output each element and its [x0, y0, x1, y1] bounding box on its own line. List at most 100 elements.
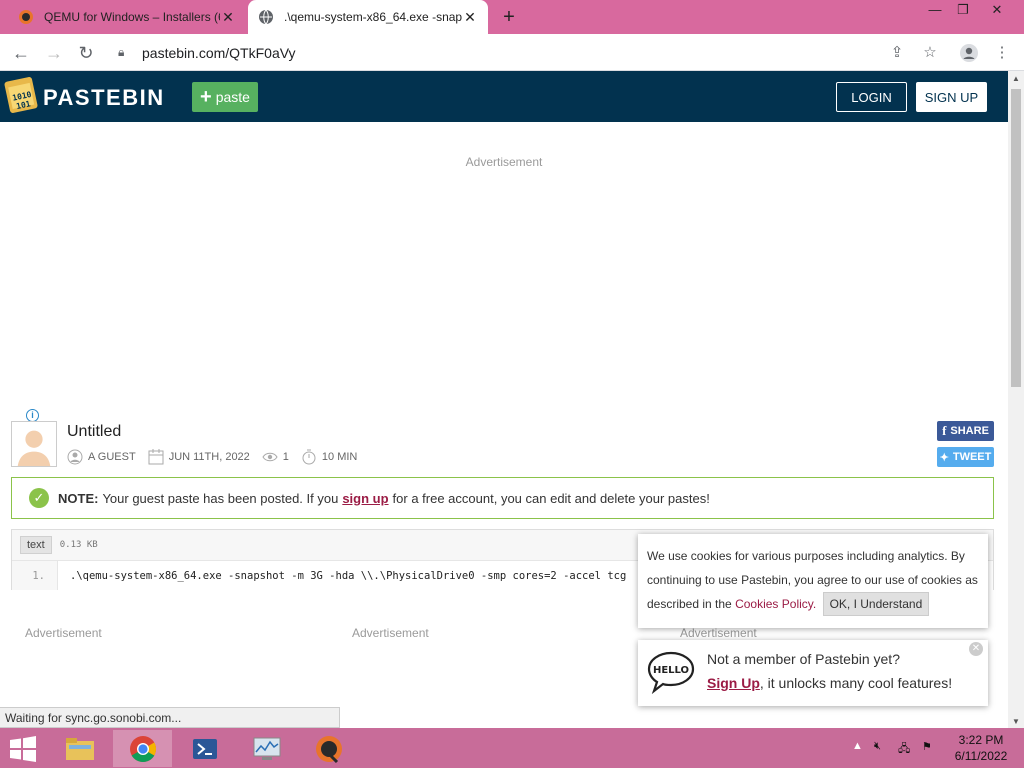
profile-icon[interactable]: [960, 44, 978, 62]
plus-icon: +: [200, 86, 212, 108]
chrome-icon: [129, 735, 156, 762]
share-page-icon[interactable]: ⇪: [888, 44, 906, 62]
qemu-favicon-icon: [19, 10, 33, 24]
share-label: SHARE: [950, 425, 989, 437]
taskbar-powershell[interactable]: [175, 730, 234, 767]
close-tab-icon[interactable]: ✕: [462, 9, 478, 26]
qemu-icon: [315, 735, 342, 763]
minimize-icon[interactable]: —: [920, 2, 950, 20]
author-meta: A GUEST: [67, 449, 136, 465]
page-viewport: 1010 101 PASTEBIN + paste LOGIN SIGN UP …: [0, 71, 1008, 728]
tab-title: .\qemu-system-x86_64.exe -snap: [284, 10, 462, 24]
paste-title: Untitled: [67, 423, 122, 440]
globe-icon: [259, 9, 273, 25]
close-window-icon[interactable]: ✕: [982, 2, 1012, 20]
windows-taskbar: ▲ 🔇︎ 🖧︎ ⚑ 3:22 PM 6/11/2022: [0, 728, 1024, 768]
tab-qemu-installers[interactable]: QEMU for Windows – Installers (6 ✕: [8, 0, 246, 34]
pastebin-brand[interactable]: PASTEBIN: [43, 85, 165, 111]
tray-overflow-icon[interactable]: ▲: [852, 740, 863, 752]
expiry-meta: 10 MIN: [301, 449, 357, 465]
tweet-label: TWEET: [952, 451, 992, 463]
promo-signup-link[interactable]: Sign Up: [707, 675, 760, 691]
forward-arrow-icon[interactable]: →: [43, 42, 65, 64]
advertisement-label-top: Advertisement: [465, 155, 543, 169]
views-text: 1: [282, 451, 289, 463]
restore-icon[interactable]: ❐: [948, 2, 978, 20]
views-meta: 1: [262, 449, 289, 465]
syntax-tag[interactable]: text: [20, 536, 52, 554]
lock-icon: 🔒︎: [118, 45, 125, 59]
advertisement-label-right: Advertisement: [680, 626, 757, 640]
taskbar-clock[interactable]: 3:22 PM 6/11/2022: [946, 732, 1016, 764]
new-paste-button[interactable]: + paste: [192, 82, 258, 112]
pastebin-header: 1010 101 PASTEBIN + paste LOGIN SIGN UP: [0, 71, 1008, 122]
code-text[interactable]: .\qemu-system-x86_64.exe -snapshot -m 3G…: [70, 570, 626, 582]
promo-line1: Not a member of Pastebin yet?: [707, 651, 900, 667]
guest-avatar: [11, 421, 57, 467]
twitter-tweet-button[interactable]: ✦ TWEET: [937, 447, 994, 467]
cookie-ok-button[interactable]: OK, I Understand: [822, 592, 930, 616]
browser-tab-bar: QEMU for Windows – Installers (6 ✕ .\qem…: [0, 0, 1024, 34]
tab-title: QEMU for Windows – Installers (6: [44, 10, 220, 24]
url-text[interactable]: pastebin.com/QTkF0aVy: [142, 45, 296, 61]
date-meta: JUN 11TH, 2022: [148, 449, 250, 465]
tab-pastebin[interactable]: .\qemu-system-x86_64.exe -snap ✕: [248, 0, 488, 34]
monitor-chart-icon: [253, 737, 280, 760]
promo-line2: Sign Up, it unlocks many cool features!: [707, 675, 952, 691]
expiry-text: 10 MIN: [321, 451, 358, 463]
login-button[interactable]: LOGIN: [836, 82, 907, 112]
taskbar-performance-monitor[interactable]: [237, 730, 296, 767]
signup-promo-popup: HELLO Not a member of Pastebin yet? Sign…: [638, 640, 988, 706]
address-toolbar: ← → ↻ 🔒︎ pastebin.com/QTkF0aVy ⇪ ☆ ⋮: [0, 34, 1024, 71]
eye-icon: [262, 452, 278, 462]
volume-muted-icon[interactable]: 🔇︎: [874, 740, 881, 753]
date-text: JUN 11TH, 2022: [168, 451, 250, 463]
windows-start-icon[interactable]: [8, 736, 38, 762]
cookies-policy-link[interactable]: Cookies Policy.: [735, 597, 816, 611]
network-icon[interactable]: 🖧︎: [898, 740, 910, 759]
notice-text-after: for a free account, you can edit and del…: [392, 490, 710, 506]
omnibox[interactable]: 🔒︎ pastebin.com/QTkF0aVy: [108, 38, 948, 67]
browser-menu-icon[interactable]: ⋮: [993, 44, 1011, 62]
powershell-icon: [192, 738, 217, 759]
notice-signup-link[interactable]: sign up: [342, 491, 388, 506]
action-center-icon[interactable]: ⚑: [922, 740, 932, 753]
paste-size: 0.13 KB: [59, 540, 98, 550]
page-scrollbar[interactable]: ▲ ▼: [1008, 71, 1024, 728]
new-paste-label: paste: [215, 89, 250, 105]
hello-bubble-icon: HELLO: [647, 651, 695, 694]
clock-date: 6/11/2022: [954, 749, 1008, 763]
promo-line2-rest: , it unlocks many cool features!: [759, 675, 953, 691]
calendar-icon: [148, 449, 164, 465]
advertisement-label-left: Advertisement: [25, 626, 102, 640]
new-tab-button[interactable]: +: [498, 6, 520, 29]
hello-bubble-text: HELLO: [653, 665, 689, 676]
bookmark-star-icon[interactable]: ☆: [921, 44, 939, 62]
pastebin-logo-icon[interactable]: 1010 101: [4, 77, 38, 115]
browser-status-bubble: Waiting for sync.go.sonobi.com...: [0, 707, 340, 728]
taskbar-qemu[interactable]: [299, 730, 358, 767]
clock-time: 3:22 PM: [958, 733, 1004, 747]
twitter-bird-icon: ✦: [939, 451, 949, 464]
stopwatch-icon: [302, 449, 316, 465]
reload-icon[interactable]: ↻: [75, 42, 97, 64]
close-tab-icon[interactable]: ✕: [220, 9, 236, 26]
scrollbar-thumb[interactable]: [1011, 89, 1021, 387]
notice-text-before: Your guest paste has been posted. If you: [102, 490, 339, 506]
paste-meta: A GUEST JUN 11TH, 2022 1 10 MIN: [67, 449, 369, 465]
facebook-share-button[interactable]: f SHARE: [937, 421, 994, 441]
close-popup-icon[interactable]: ✕: [969, 642, 983, 656]
line-number: 1.: [12, 561, 58, 590]
scroll-down-icon[interactable]: ▼: [1008, 717, 1024, 726]
signup-button[interactable]: SIGN UP: [916, 82, 987, 112]
author-text[interactable]: A GUEST: [88, 451, 136, 463]
taskbar-chrome[interactable]: [113, 730, 172, 767]
scroll-up-icon[interactable]: ▲: [1008, 74, 1024, 83]
folder-icon: [65, 737, 94, 760]
taskbar-file-explorer[interactable]: [50, 730, 109, 767]
advertisement-label-center: Advertisement: [352, 626, 429, 640]
back-arrow-icon[interactable]: ←: [10, 42, 32, 64]
notice-bold: NOTE:: [58, 490, 99, 506]
checkmark-icon: ✓: [29, 488, 49, 508]
guest-notice: ✓ NOTE: Your guest paste has been posted…: [11, 477, 994, 519]
